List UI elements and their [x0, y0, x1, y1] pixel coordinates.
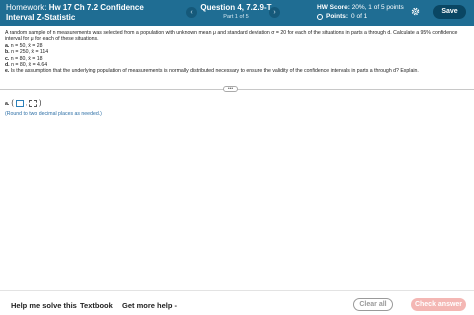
clear-all-button[interactable]: Clear all: [353, 298, 393, 311]
homework-title: Homework: Hw 17 Ch 7.2 Confidence Interv…: [6, 3, 144, 22]
gear-icon[interactable]: [410, 6, 421, 17]
check-answer-button[interactable]: Check answer: [411, 298, 466, 311]
save-button[interactable]: Save: [433, 5, 466, 19]
homework-label: Homework:: [6, 3, 47, 12]
points-value: 0 of 1: [351, 13, 368, 20]
textbook-link[interactable]: Textbook: [80, 301, 113, 310]
homework-name-line2: Interval Z-Statistic: [6, 12, 76, 22]
help-me-solve-link[interactable]: Help me solve this: [11, 301, 77, 310]
points-status-icon: [317, 13, 323, 20]
next-question-button[interactable]: ›: [269, 7, 280, 18]
question-indicator: Question 4, 7.2.9-T Part 1 of 5: [196, 3, 276, 21]
upper-bound-input[interactable]: [29, 100, 38, 107]
chevron-left-icon: ‹: [190, 9, 193, 16]
question-content: A random sample of n measurements was se…: [5, 30, 469, 75]
separator: ,: [25, 100, 28, 107]
hw-score-label: HW Score:: [317, 4, 350, 11]
homework-name: Hw 17 Ch 7.2 Confidence: [48, 3, 144, 12]
footer-bar: Help me solve this Textbook Get more hel…: [0, 290, 474, 315]
get-more-help-link[interactable]: Get more help -: [122, 301, 177, 310]
score-panel: HW Score: 20%, 1 of 5 points Points: 0 o…: [317, 3, 404, 21]
points-label: Points:: [326, 13, 349, 20]
lower-bound-input[interactable]: [15, 100, 24, 107]
question-intro: A random sample of n measurements was se…: [5, 30, 458, 43]
question-title: Question 4, 7.2.9-T: [200, 3, 272, 12]
question-part: Part 1 of 5: [223, 14, 249, 20]
answer-row: a. ( , ): [5, 100, 41, 107]
chevron-right-icon: ›: [273, 9, 276, 16]
rounding-note: (Round to two decimal places as needed.): [5, 111, 102, 117]
pane-resize-handle[interactable]: •••: [223, 86, 238, 92]
list-item: e. Is the assumption that the underlying…: [5, 68, 419, 75]
hw-score-value: 20%, 1 of 5 points: [351, 4, 404, 11]
open-paren: (: [11, 100, 14, 107]
answer-part-label: a.: [5, 100, 10, 107]
top-bar: Homework: Hw 17 Ch 7.2 Confidence Interv…: [0, 0, 474, 26]
close-paren: ): [39, 100, 42, 107]
